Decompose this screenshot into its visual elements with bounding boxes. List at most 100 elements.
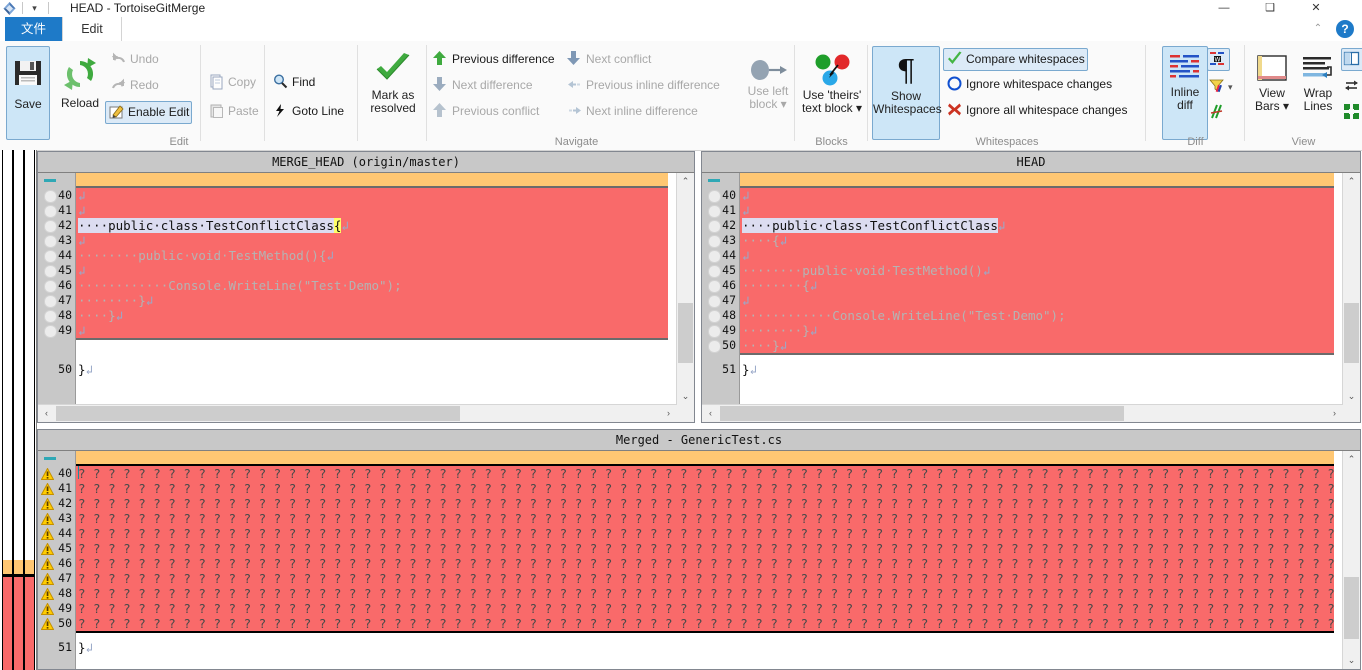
scroll-down-arrow-icon[interactable]: ⌄ — [1343, 388, 1360, 405]
inline-diff-button[interactable]: Inline diff — [1162, 46, 1208, 140]
merged-pane-vscrollbar[interactable]: ⌃ ⌄ — [1342, 451, 1360, 669]
locator-bars[interactable] — [0, 150, 37, 670]
code-row[interactable]: ········{↲ — [740, 278, 1360, 293]
wrap-lines-button[interactable]: Wrap Lines — [1295, 46, 1341, 138]
chevron-up-icon[interactable]: ⌃ — [1310, 21, 1326, 37]
reload-button[interactable]: Reload — [57, 46, 103, 138]
collapsed-block-marker[interactable] — [44, 457, 56, 460]
code-row[interactable]: }↲ — [76, 640, 1360, 655]
left-pane-hscrollbar[interactable]: ‹ › — [38, 404, 677, 422]
undo-button[interactable]: Undo — [110, 49, 159, 70]
code-row[interactable]: ? ? ? ? ? ? ? ? ? ? ? ? ? ? ? ? ? ? ? ? … — [76, 466, 1360, 481]
collapsed-block-marker[interactable] — [708, 179, 720, 182]
code-row[interactable]: }↲ — [740, 362, 1360, 377]
code-row[interactable]: ····}↲ — [740, 338, 1360, 353]
next-inline-difference-button[interactable]: Next inline difference — [566, 101, 698, 122]
code-row[interactable]: ↲ — [740, 188, 1360, 203]
merged-code-area[interactable]: ? ? ? ? ? ? ? ? ? ? ? ? ? ? ? ? ? ? ? ? … — [76, 451, 1360, 669]
scroll-up-arrow-icon[interactable]: ⌃ — [1343, 451, 1360, 468]
code-row[interactable]: ↲ — [76, 323, 694, 338]
code-row[interactable]: ············Console.WriteLine("Test·Demo… — [76, 278, 694, 293]
pane-head-body[interactable]: 40 41 42 43 44 45 46 47 48 49 50 51 ↲ ↲ — [702, 173, 1360, 422]
locator-bar-merged[interactable] — [24, 150, 35, 670]
help-button[interactable]: ? — [1336, 20, 1354, 38]
use-left-block-button[interactable]: Use left block ▾ — [740, 46, 796, 138]
ignore-all-whitespace-changes-option[interactable]: Ignore all whitespace changes — [946, 100, 1127, 121]
merged-gutter[interactable]: 40 41 42 43 44 45 46 47 48 49 50 51 — [38, 451, 76, 669]
pane-merge-head-body[interactable]: 40 41 42 43 44 45 46 47 48 49 50 ↲ ↲ ···… — [38, 173, 694, 422]
code-row[interactable]: ↲ — [740, 203, 1360, 218]
scroll-left-arrow-icon[interactable]: ‹ — [702, 405, 719, 422]
code-row[interactable]: ············Console.WriteLine("Test·Demo… — [740, 308, 1360, 323]
left-pane-vscrollbar[interactable]: ⌃ ⌄ — [676, 173, 694, 405]
vscroll-thumb[interactable] — [1344, 303, 1359, 363]
left-gutter[interactable]: 40 41 42 43 44 45 46 47 48 49 50 — [38, 173, 76, 422]
code-row[interactable]: ? ? ? ? ? ? ? ? ? ? ? ? ? ? ? ? ? ? ? ? … — [76, 556, 1360, 571]
locator-bar-right[interactable] — [13, 150, 24, 670]
view-bars-button[interactable]: View Bars ▾ — [1249, 46, 1295, 138]
code-row[interactable]: ? ? ? ? ? ? ? ? ? ? ? ? ? ? ? ? ? ? ? ? … — [76, 601, 1360, 616]
code-row[interactable]: ↲ — [76, 188, 694, 203]
scroll-up-arrow-icon[interactable]: ⌃ — [677, 173, 694, 190]
code-row[interactable]: }↲ — [76, 362, 694, 377]
use-theirs-text-block-button[interactable]: Use 'theirs' text block ▾ — [797, 46, 867, 138]
vscroll-thumb[interactable] — [678, 303, 693, 363]
right-pane-vscrollbar[interactable]: ⌃ ⌄ — [1342, 173, 1360, 405]
vscroll-thumb[interactable] — [1344, 577, 1359, 639]
scroll-up-arrow-icon[interactable]: ⌃ — [1343, 173, 1360, 190]
collapse-button[interactable] — [1343, 102, 1362, 123]
code-row[interactable]: ? ? ? ? ? ? ? ? ? ? ? ? ? ? ? ? ? ? ? ? … — [76, 496, 1360, 511]
right-pane-hscrollbar[interactable]: ‹ › — [702, 404, 1343, 422]
collapsed-block-marker[interactable] — [44, 179, 56, 182]
right-code-area[interactable]: ↲ ↲ ····public·class·TestConflictClass↲ … — [740, 173, 1360, 422]
code-row[interactable]: ····public·class·TestConflictClass{↲ — [76, 218, 694, 233]
previous-difference-button[interactable]: Previous difference — [432, 49, 555, 70]
one-two-pane-view-button[interactable] — [1341, 48, 1362, 71]
code-row[interactable]: ↲ — [76, 233, 694, 248]
code-row[interactable]: ········public·void·TestMethod(){↲ — [76, 248, 694, 263]
scroll-right-arrow-icon[interactable]: › — [1326, 405, 1343, 422]
code-row[interactable]: ↲ — [740, 248, 1360, 263]
scroll-down-arrow-icon[interactable]: ⌄ — [1343, 652, 1360, 669]
tab-file[interactable]: 文件 — [5, 17, 62, 41]
code-row[interactable]: ? ? ? ? ? ? ? ? ? ? ? ? ? ? ? ? ? ? ? ? … — [76, 616, 1360, 631]
code-row[interactable]: ····{↲ — [740, 233, 1360, 248]
save-button[interactable]: Save — [6, 46, 50, 140]
scroll-right-arrow-icon[interactable]: › — [660, 405, 677, 422]
diff-words-button[interactable]: W — [1207, 48, 1230, 71]
next-difference-button[interactable]: Next difference — [432, 75, 533, 96]
code-row[interactable]: ↲ — [76, 263, 694, 278]
pane-merged-body[interactable]: 40 41 42 43 44 45 46 47 48 49 50 51 ? ? … — [38, 451, 1360, 669]
scroll-down-arrow-icon[interactable]: ⌄ — [677, 388, 694, 405]
code-row[interactable]: ····public·class·TestConflictClass↲ — [740, 218, 1360, 233]
qat-dropdown-icon[interactable]: ▾ — [28, 2, 41, 15]
code-row[interactable]: ↲ — [740, 293, 1360, 308]
find-button[interactable]: Find — [272, 72, 315, 93]
code-row[interactable]: ········}↲ — [740, 323, 1360, 338]
hscroll-thumb[interactable] — [720, 406, 1124, 421]
maximize-restore-button[interactable]: ❑ — [1248, 0, 1292, 17]
right-gutter[interactable]: 40 41 42 43 44 45 46 47 48 49 50 51 — [702, 173, 740, 422]
code-row[interactable]: ? ? ? ? ? ? ? ? ? ? ? ? ? ? ? ? ? ? ? ? … — [76, 571, 1360, 586]
goto-line-button[interactable]: Goto Line — [272, 101, 344, 122]
previous-conflict-button[interactable]: Previous conflict — [432, 101, 539, 122]
left-code-area[interactable]: ↲ ↲ ····public·class·TestConflictClass{↲… — [76, 173, 694, 422]
code-row[interactable]: ? ? ? ? ? ? ? ? ? ? ? ? ? ? ? ? ? ? ? ? … — [76, 541, 1360, 556]
diff-movedblocks-button[interactable] — [1208, 102, 1228, 123]
show-whitespaces-button[interactable]: ¶ Show Whitespaces — [872, 46, 942, 140]
code-row[interactable]: ? ? ? ? ? ? ? ? ? ? ? ? ? ? ? ? ? ? ? ? … — [76, 586, 1360, 601]
code-row[interactable]: ? ? ? ? ? ? ? ? ? ? ? ? ? ? ? ? ? ? ? ? … — [76, 481, 1360, 496]
code-row[interactable]: ········}↲ — [76, 293, 694, 308]
ignore-whitespace-changes-option[interactable]: Ignore whitespace changes — [946, 74, 1112, 95]
diff-filter-button[interactable]: ▾ — [1208, 76, 1233, 97]
redo-button[interactable]: Redo — [110, 75, 159, 96]
compare-whitespaces-option[interactable]: Compare whitespaces — [943, 48, 1088, 71]
tab-edit[interactable]: Edit — [62, 17, 122, 42]
code-row[interactable]: ? ? ? ? ? ? ? ? ? ? ? ? ? ? ? ? ? ? ? ? … — [76, 526, 1360, 541]
close-button[interactable]: ✕ — [1294, 0, 1338, 17]
copy-button[interactable]: Copy — [208, 72, 256, 93]
code-row[interactable]: ········public·void·TestMethod()↲ — [740, 263, 1360, 278]
previous-inline-difference-button[interactable]: Previous inline difference — [566, 75, 720, 96]
mark-as-resolved-button[interactable]: Mark as resolved — [363, 46, 423, 138]
enable-edit-button[interactable]: Enable Edit — [105, 101, 193, 124]
